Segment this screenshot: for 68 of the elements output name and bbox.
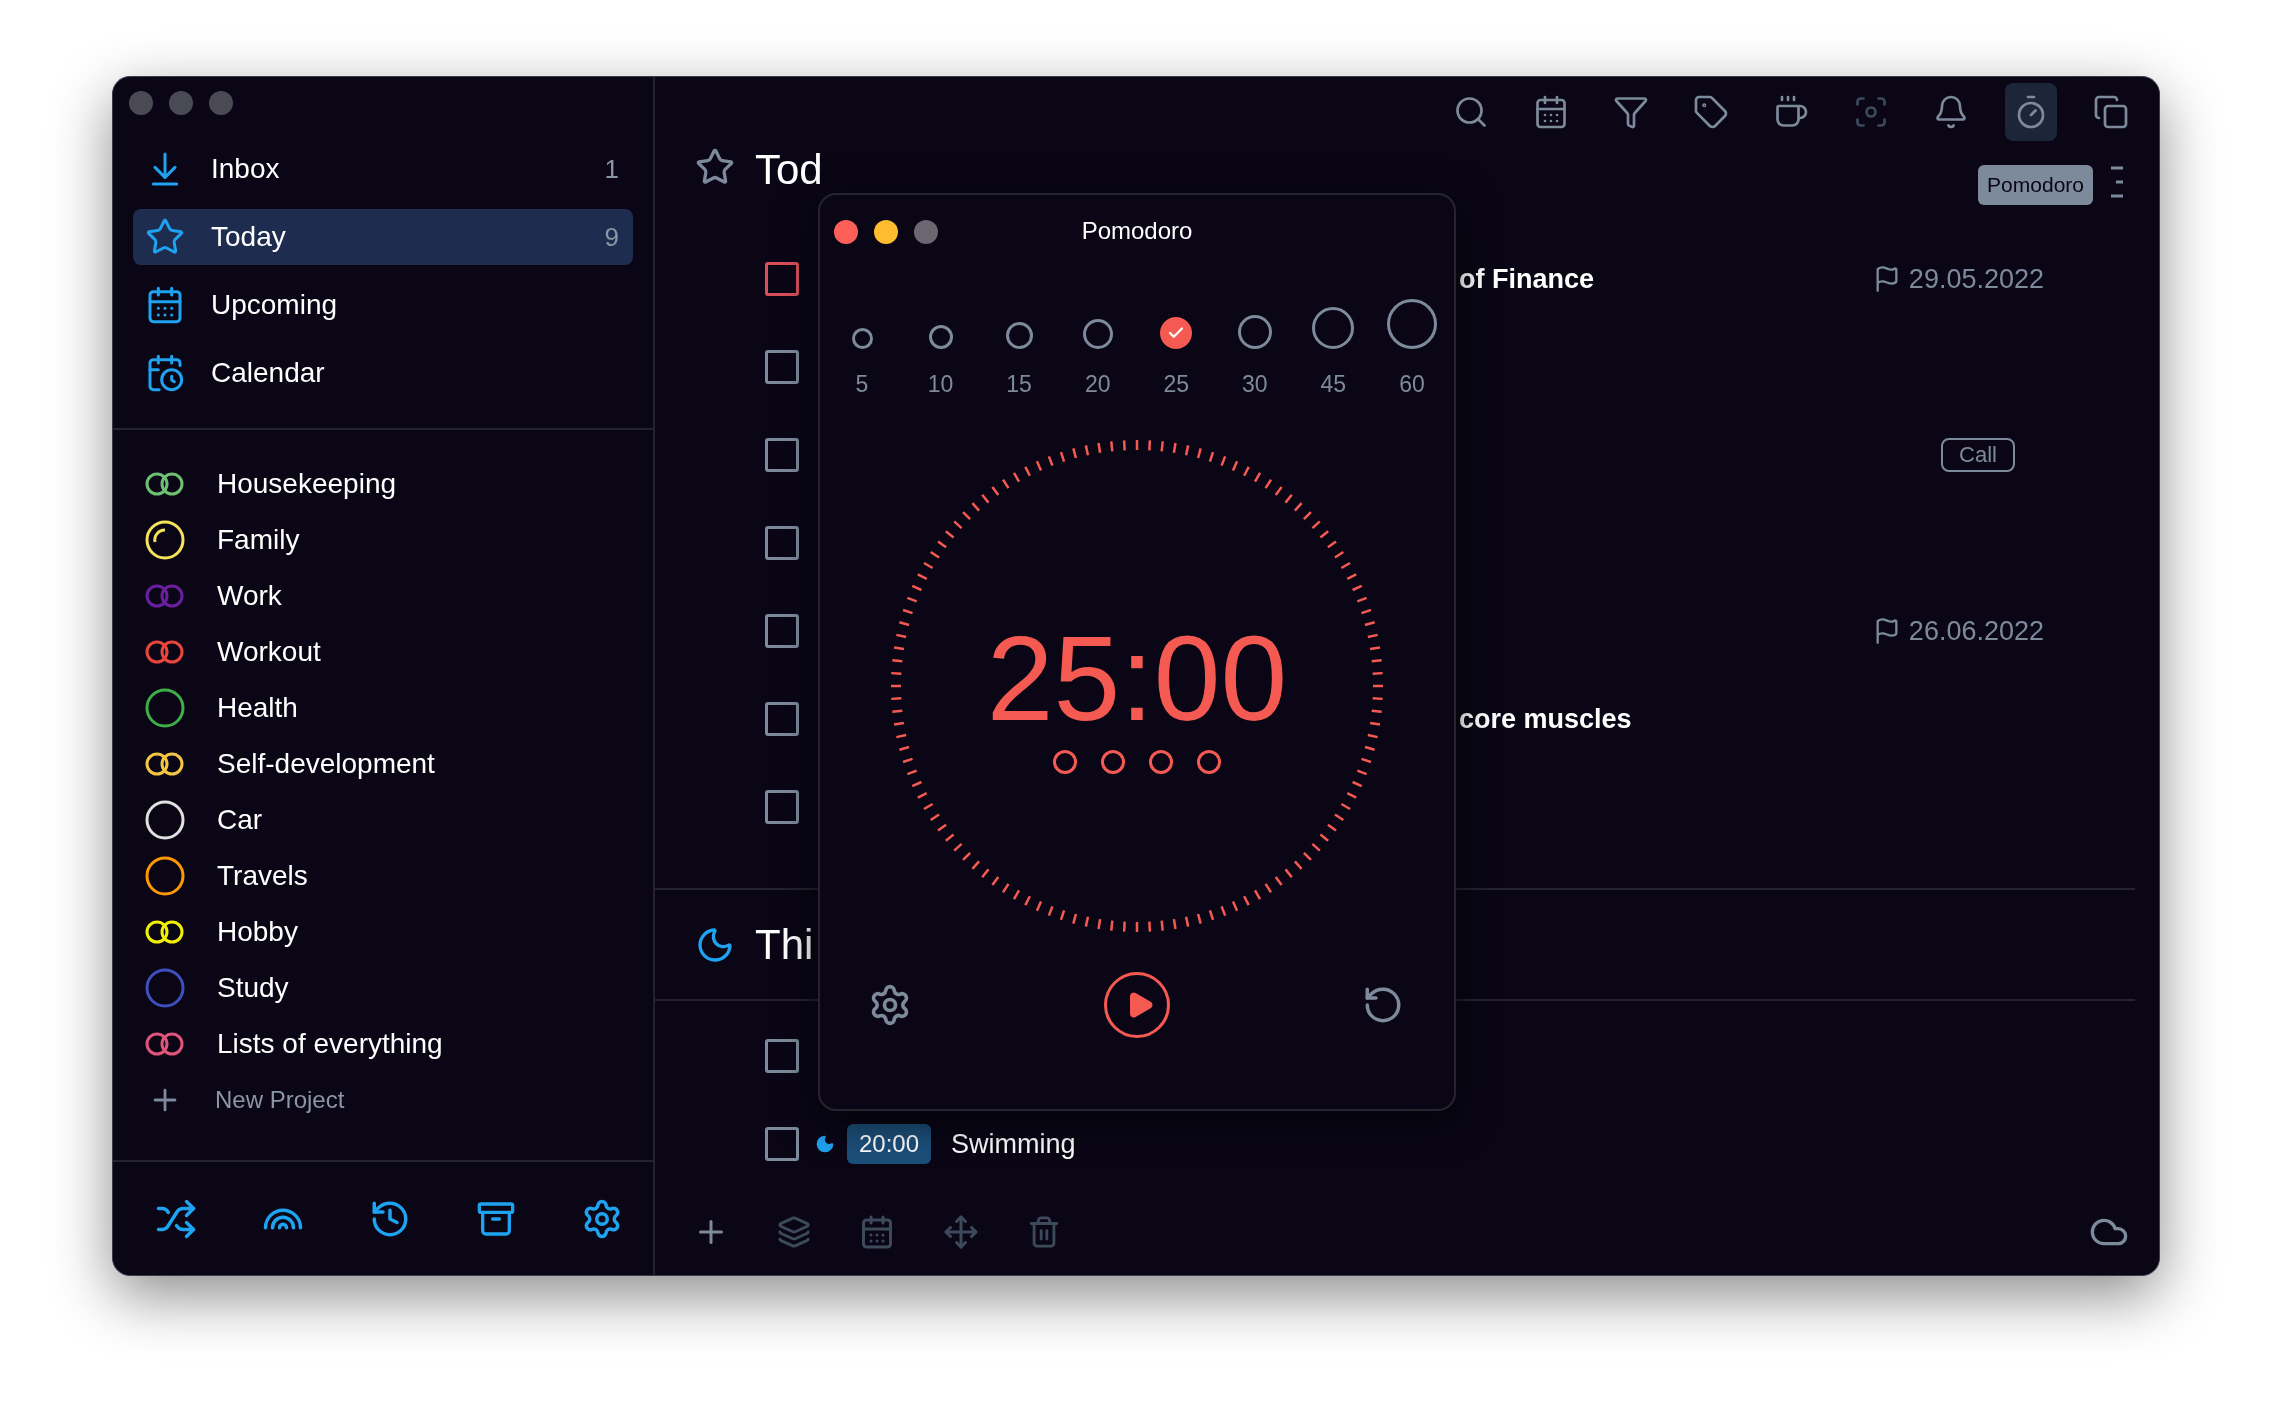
project-item[interactable]: Study [145, 960, 653, 1016]
task-title: Swimming [951, 1128, 1076, 1160]
focus-icon [1853, 94, 1889, 130]
bell-icon [1933, 94, 1969, 130]
timer-display: 25:00 [986, 618, 1288, 738]
play-button[interactable] [1104, 972, 1170, 1038]
copy-icon [2093, 94, 2129, 130]
duration-label: 20 [1084, 371, 1111, 398]
tooltip: Pomodoro [1978, 165, 2093, 205]
star-icon [145, 217, 185, 257]
sidebar-item[interactable]: Inbox 1 [133, 141, 633, 197]
section-title: Thi [755, 921, 814, 968]
session-dot [1197, 750, 1221, 774]
task-title: of Finance [1459, 263, 1594, 295]
duration-label: 5 [855, 371, 869, 398]
project-item[interactable]: Health [145, 680, 653, 736]
task-checkbox[interactable] [765, 1039, 799, 1073]
project-item[interactable]: Housekeeping [145, 456, 653, 512]
task-checkbox[interactable] [765, 262, 799, 296]
duration-option[interactable] [1160, 317, 1193, 349]
menu-icon[interactable] [2111, 165, 2125, 199]
minimize-button[interactable] [874, 220, 898, 244]
time-badge: 20:00 [847, 1124, 932, 1164]
task-checkbox[interactable] [765, 702, 799, 736]
project-item[interactable]: Lists of everything [145, 1016, 653, 1072]
session-dot [1053, 750, 1077, 774]
task-checkbox[interactable] [765, 350, 799, 384]
duration-label: 45 [1320, 371, 1347, 398]
task-title: core muscles [1459, 703, 1632, 735]
project-item[interactable]: Workout [145, 624, 653, 680]
sidebar-item[interactable]: Today 9 [133, 209, 633, 265]
search-icon [1453, 94, 1489, 130]
task-checkbox[interactable] [765, 438, 799, 472]
duration-label: 60 [1399, 371, 1425, 398]
duration-label: 30 [1242, 371, 1268, 398]
page-title: Tod [755, 147, 823, 193]
tag-icon [1693, 94, 1729, 130]
session-dot [1101, 750, 1125, 774]
sidebar-item[interactable]: Calendar [133, 345, 633, 401]
project-item[interactable]: Work [145, 568, 653, 624]
task-checkbox[interactable] [765, 790, 799, 824]
zoom-button[interactable] [914, 220, 938, 244]
project-item[interactable]: Car [145, 792, 653, 848]
task-checkbox[interactable] [765, 526, 799, 560]
due-date: 26.06.2022 [1872, 615, 2044, 647]
calendar-icon [1533, 94, 1569, 130]
project-item[interactable]: Self-development [145, 736, 653, 792]
task-checkbox[interactable] [765, 614, 799, 648]
project-item[interactable]: Travels [145, 848, 653, 904]
new-project-button[interactable]: New Project [145, 1072, 653, 1128]
cup-icon [1773, 94, 1809, 130]
window-title: Pomodoro [1081, 217, 1193, 245]
toolbar-button[interactable] [2005, 83, 2057, 141]
session-dot [1149, 750, 1173, 774]
duration-label: 15 [1006, 371, 1032, 398]
project-item[interactable]: Hobby [145, 904, 653, 960]
duration-label: 25 [1163, 371, 1190, 398]
close-button[interactable] [834, 220, 858, 244]
task-tag: Call [1941, 438, 2015, 472]
task-checkbox[interactable] [765, 1127, 799, 1161]
due-date: 29.05.2022 [1872, 263, 2044, 295]
project-item[interactable]: Family [145, 512, 653, 568]
filter-icon [1613, 94, 1649, 130]
star-icon [695, 147, 735, 187]
moon-icon [815, 1134, 835, 1154]
shuffle-icon[interactable] [155, 1197, 197, 1240]
sidebar-item[interactable]: Upcoming [133, 277, 633, 333]
duration-label: 10 [927, 371, 954, 398]
